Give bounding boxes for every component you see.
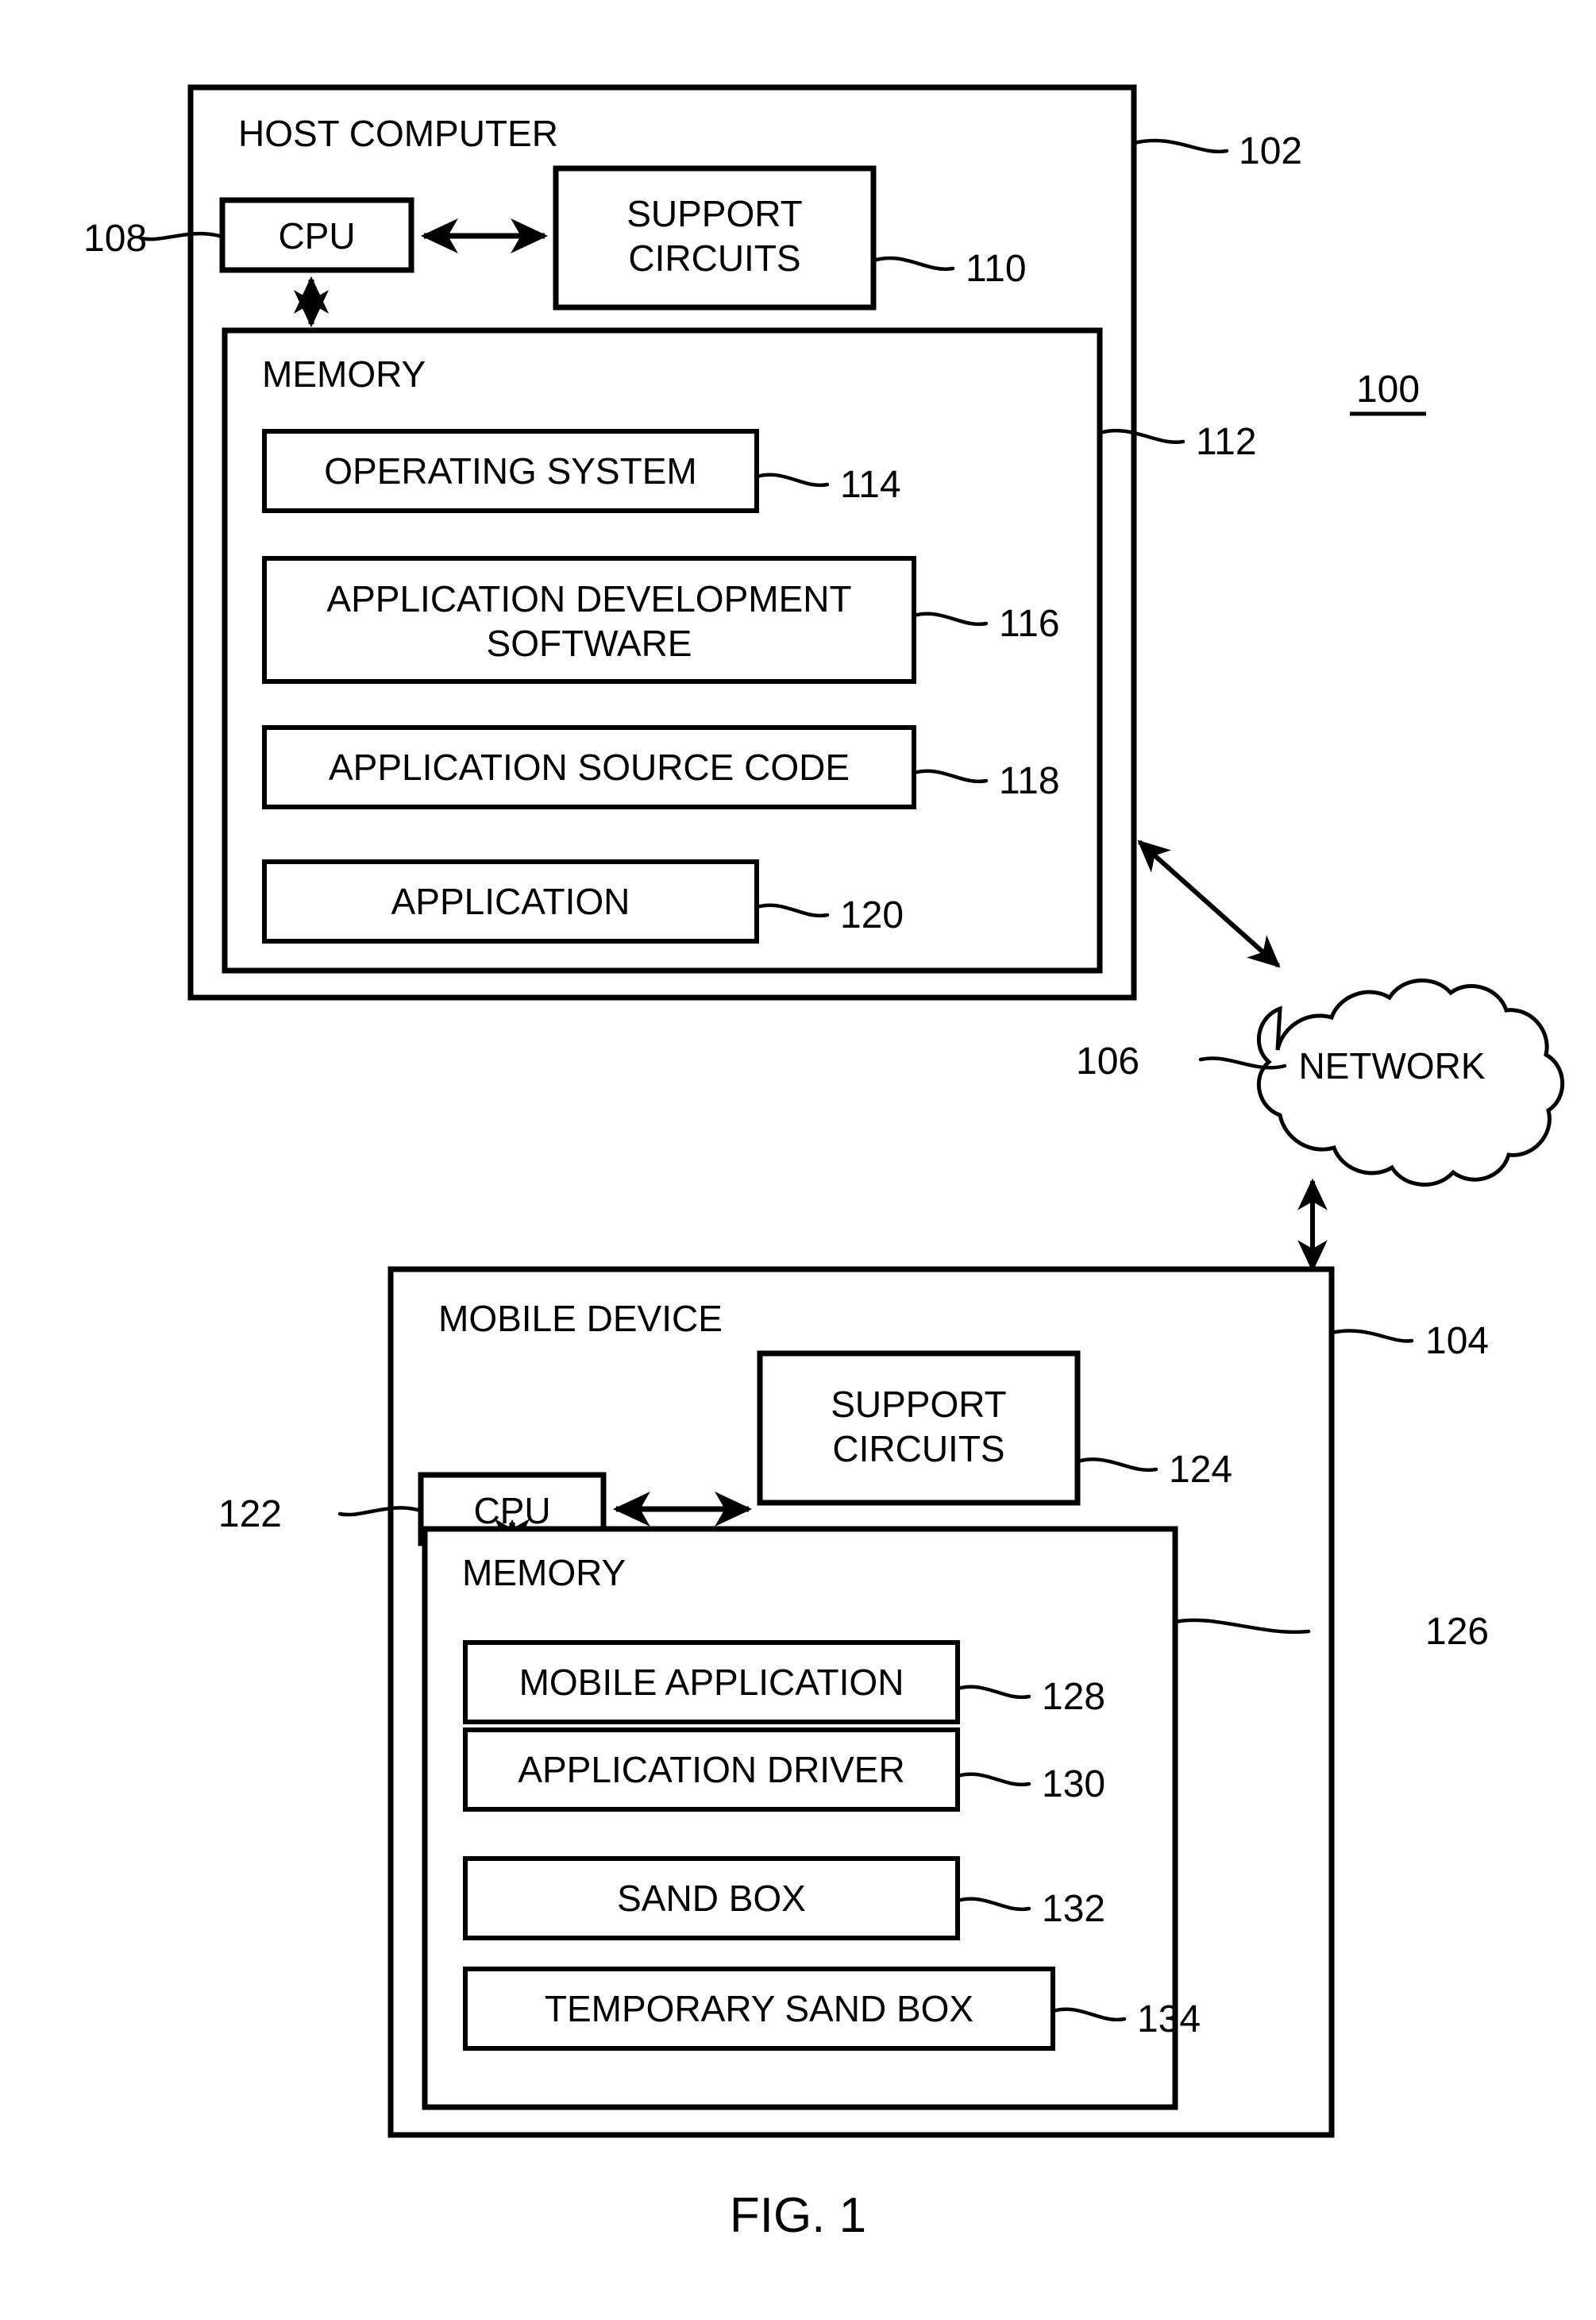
leader-line-102 (1131, 138, 1229, 154)
host-support-circuits-label-1: SUPPORT (626, 193, 803, 234)
leader-line-104 (1329, 1329, 1414, 1343)
host-support-circuits-label-2: CIRCUITS (628, 237, 800, 279)
ref-110: 110 (966, 248, 1027, 290)
ref-130: 130 (1042, 1763, 1105, 1805)
host-cpu-group: CPU 108 (83, 197, 414, 273)
application-label: APPLICATION (391, 881, 630, 922)
mobile-device-title: MOBILE DEVICE (438, 1298, 723, 1339)
operating-system-label: OPERATING SYSTEM (324, 450, 696, 492)
network-cloud-group: NETWORK 106 (1076, 978, 1565, 1187)
mobile-application-label: MOBILE APPLICATION (519, 1662, 904, 1703)
patent-figure-1: HOST COMPUTER 102 100 CPU 108 SUPPORT CI… (83, 84, 1565, 2243)
ref-112: 112 (1196, 421, 1257, 463)
ref-104: 104 (1425, 1320, 1489, 1362)
ref-116: 116 (999, 603, 1060, 645)
figure-caption: FIG. 1 (730, 2188, 866, 2243)
app-dev-software-label-2: SOFTWARE (487, 623, 692, 664)
ref-102: 102 (1239, 130, 1302, 172)
ref-124: 124 (1169, 1449, 1232, 1491)
sand-box-label: SAND BOX (617, 1878, 806, 1919)
host-computer-title: HOST COMPUTER (238, 113, 558, 154)
temporary-sand-box-label: TEMPORARY SAND BOX (545, 1988, 973, 2029)
system-ref-group: 100 (1350, 369, 1426, 416)
figure-root: HOST COMPUTER 102 100 CPU 108 SUPPORT CI… (0, 0, 1596, 2320)
ref-108: 108 (83, 218, 147, 260)
ref-100: 100 (1356, 369, 1420, 411)
ref-132: 132 (1042, 1888, 1105, 1930)
application-driver-label: APPLICATION DRIVER (518, 1749, 904, 1790)
ref-106: 106 (1076, 1040, 1139, 1083)
host-memory-title: MEMORY (262, 353, 426, 395)
ref-122: 122 (218, 1493, 282, 1535)
mobile-support-circuits-label-1: SUPPORT (831, 1384, 1007, 1425)
ref-114: 114 (840, 464, 901, 506)
app-dev-software-label-1: APPLICATION DEVELOPMENT (326, 578, 851, 620)
host-network-connector (1137, 840, 1281, 968)
app-source-code-label: APPLICATION SOURCE CODE (329, 747, 850, 788)
host-cpu-label: CPU (278, 215, 355, 257)
ref-126: 126 (1425, 1611, 1489, 1653)
ref-128: 128 (1042, 1676, 1105, 1718)
ref-120: 120 (840, 894, 904, 936)
mobile-support-circuits-label-2: CIRCUITS (832, 1428, 1004, 1469)
network-label: NETWORK (1298, 1045, 1485, 1087)
mobile-memory-title: MEMORY (462, 1552, 626, 1593)
ref-118: 118 (999, 760, 1060, 802)
ref-134: 134 (1137, 1998, 1201, 2040)
